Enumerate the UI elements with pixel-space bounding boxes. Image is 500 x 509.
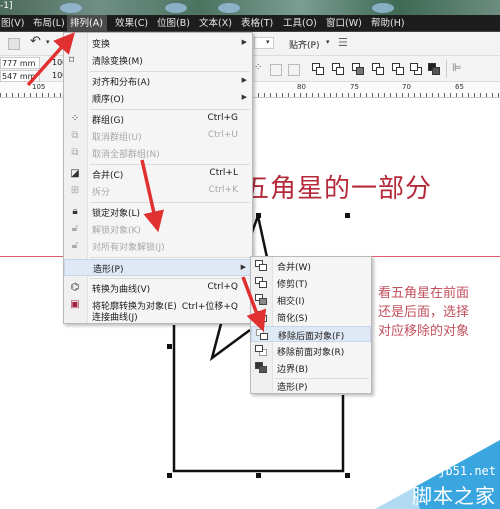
screenshot-root: -1] 图(V) 布局(L) 排列(A) 效果(C) 位图(B) 文本(X) 表… — [0, 0, 500, 509]
tutorial-arrows — [26, 32, 267, 332]
arrow-to-arrange-menu — [26, 32, 75, 87]
watermark-site: jb51.net — [438, 464, 496, 478]
watermark-name: 脚本之家 — [412, 484, 496, 508]
watermark: jb51.net 脚本之家 — [360, 440, 500, 509]
arrow-to-shaping-item — [140, 159, 164, 233]
arrow-to-back-minus-front — [241, 276, 267, 332]
